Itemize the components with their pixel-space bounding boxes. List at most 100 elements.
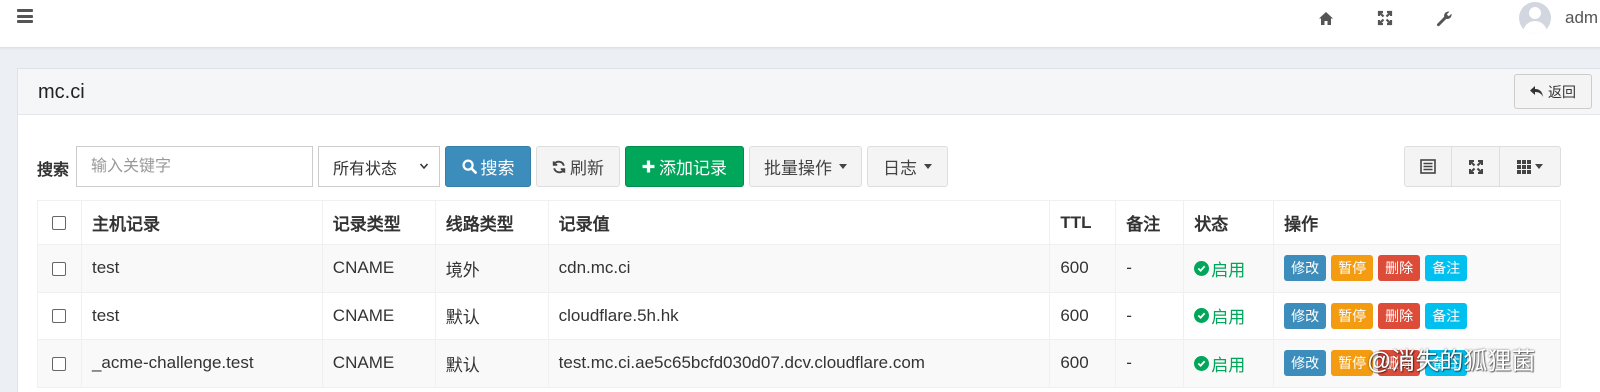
row-checkbox[interactable] <box>52 261 67 276</box>
type-cell: CNAME <box>321 339 436 388</box>
batch-action-button[interactable]: 批量操作 <box>749 146 862 187</box>
column-header[interactable]: 状态 <box>1183 200 1275 245</box>
type-cell: CNAME <box>321 244 436 293</box>
log-button[interactable]: 日志 <box>867 146 948 187</box>
column-header[interactable]: 记录值 <box>547 200 1051 245</box>
check-circle-icon <box>1194 355 1210 371</box>
edit-button[interactable]: 修改 <box>1284 302 1327 329</box>
status-cell: 启用 <box>1183 244 1275 293</box>
edit-button[interactable]: 修改 <box>1284 350 1327 377</box>
avatar[interactable] <box>1519 2 1551 34</box>
status-badge: 启用 <box>1194 351 1245 376</box>
row-select-cell <box>37 339 82 388</box>
search-label: 搜索 <box>37 162 70 179</box>
note-cell: - <box>1115 339 1185 388</box>
plus-icon <box>642 160 655 173</box>
view-toggle-group <box>1404 146 1561 187</box>
delete-button[interactable]: 删除 <box>1378 255 1421 282</box>
search-button[interactable]: 搜索 <box>445 146 531 187</box>
note-cell: - <box>1115 291 1185 340</box>
select-all-cell <box>37 200 82 245</box>
caret-down-icon <box>1535 164 1544 169</box>
row-checkbox[interactable] <box>52 356 67 371</box>
back-label: 返回 <box>1548 83 1576 100</box>
table-row: test CNAME 境外 cdn.mc.ci 600 - 启用 修改 暂停 删除备… <box>37 244 1561 293</box>
ttl-cell: 600 <box>1049 244 1117 293</box>
menu-icon[interactable] <box>17 9 33 23</box>
actions-cell: 修改 暂停 删除 备注 <box>1273 291 1561 340</box>
column-header[interactable]: 主机记录 <box>80 200 323 245</box>
columns-button[interactable] <box>1500 147 1560 186</box>
records-table: 主机记录 记录类型 线路类型 记录值 TTL 备注 状态 操作 test CNA… <box>37 200 1561 388</box>
column-header: 操作 <box>1273 200 1561 245</box>
page-title: mc.ci <box>38 81 85 103</box>
value-cell: cloudflare.5h.hk <box>547 291 1051 340</box>
fullscreen-toggle-button[interactable] <box>1452 147 1500 186</box>
value-cell: test.mc.ci.ae5c65bcfd030d07.dcv.cloudfla… <box>547 339 1051 388</box>
search-icon <box>461 159 477 174</box>
ttl-cell: 600 <box>1049 291 1117 340</box>
column-header[interactable]: 记录类型 <box>321 200 436 245</box>
edit-button[interactable]: 修改 <box>1284 255 1327 282</box>
note-button[interactable]: 备注 <box>1425 302 1468 329</box>
home-icon[interactable] <box>1316 8 1336 28</box>
column-header[interactable]: 备注 <box>1115 200 1185 245</box>
note-cell: - <box>1115 244 1185 293</box>
row-select-cell <box>37 244 82 293</box>
host-cell: _acme-challenge.test <box>80 339 323 388</box>
status-select-value: 所有状态 <box>333 160 398 178</box>
list-view-button[interactable] <box>1405 147 1453 186</box>
caret-down-icon <box>924 164 932 169</box>
status-select[interactable]: 所有状态 <box>318 146 440 187</box>
table-row: test CNAME 默认 cloudflare.5h.hk 600 - 启用 … <box>37 291 1561 340</box>
fullscreen-icon <box>1468 159 1483 174</box>
column-header[interactable]: TTL <box>1049 200 1117 245</box>
panel-header: mc.ci 返回 <box>18 69 1600 115</box>
status-text: 启用 <box>1211 308 1246 328</box>
pause-button[interactable]: 暂停 <box>1331 255 1374 282</box>
actions-cell: 修改 暂停 删除 备注 <box>1273 244 1561 293</box>
top-navbar: adm <box>0 0 1600 48</box>
check-circle-icon <box>1194 260 1210 276</box>
status-text: 启用 <box>1211 260 1246 280</box>
refresh-button[interactable]: 刷新 <box>536 146 620 187</box>
pause-button[interactable]: 暂停 <box>1331 302 1374 329</box>
log-label: 日志 <box>883 159 917 178</box>
type-cell: CNAME <box>321 291 436 340</box>
list-icon <box>1420 159 1436 174</box>
wrench-icon[interactable] <box>1434 8 1454 28</box>
username[interactable]: adm <box>1565 8 1598 28</box>
line-cell: 境外 <box>434 244 549 293</box>
caret-down-icon <box>839 164 847 169</box>
select-all-checkbox[interactable] <box>52 216 67 231</box>
grid-icon <box>1517 159 1532 174</box>
add-record-button[interactable]: 添加记录 <box>625 146 744 187</box>
search-button-label: 搜索 <box>480 159 515 178</box>
back-button[interactable]: 返回 <box>1514 74 1592 109</box>
status-cell: 启用 <box>1183 339 1275 388</box>
keyword-input[interactable] <box>76 146 313 187</box>
add-record-label: 添加记录 <box>659 159 727 178</box>
host-cell: test <box>80 291 323 340</box>
status-text: 启用 <box>1211 355 1246 375</box>
status-cell: 启用 <box>1183 291 1275 340</box>
table-header-row: 主机记录 记录类型 线路类型 记录值 TTL 备注 状态 操作 <box>37 200 1561 245</box>
status-badge: 启用 <box>1194 256 1245 281</box>
value-cell: cdn.mc.ci <box>547 244 1051 293</box>
refresh-icon <box>552 160 566 173</box>
table-row: _acme-challenge.test CNAME 默认 test.mc.ci… <box>37 339 1561 388</box>
row-checkbox[interactable] <box>52 309 67 324</box>
note-button[interactable]: 备注 <box>1425 255 1468 282</box>
row-select-cell <box>37 291 82 340</box>
host-cell: test <box>80 244 323 293</box>
delete-button[interactable]: 删除 <box>1378 302 1421 329</box>
status-badge: 启用 <box>1194 303 1245 328</box>
line-cell: 默认 <box>434 291 549 340</box>
column-header[interactable]: 线路类型 <box>434 200 549 245</box>
batch-action-label: 批量操作 <box>764 159 832 178</box>
ttl-cell: 600 <box>1049 339 1117 388</box>
fullscreen-icon[interactable] <box>1375 8 1395 28</box>
check-circle-icon <box>1194 308 1210 324</box>
refresh-button-label: 刷新 <box>570 159 604 178</box>
watermark: @消失的狐狸菌 <box>1367 348 1536 375</box>
